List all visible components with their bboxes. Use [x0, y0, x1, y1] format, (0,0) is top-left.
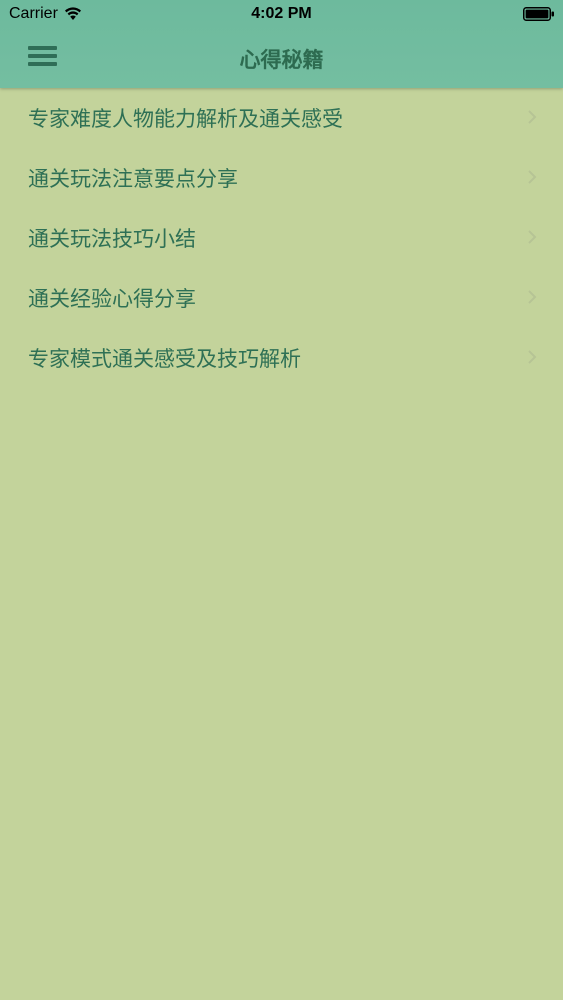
- chevron-right-icon: [528, 350, 537, 364]
- page-title: 心得秘籍: [239, 48, 324, 72]
- list-item-label: 通关玩法技巧小结: [28, 227, 196, 251]
- status-bar: Carrier 4:02 PM: [0, 0, 563, 30]
- chevron-right-icon: [528, 170, 537, 184]
- chevron-right-icon: [528, 110, 537, 124]
- chevron-right-icon: [528, 230, 537, 244]
- battery-icon: [523, 7, 554, 21]
- list-item-label: 专家难度人物能力解析及通关感受: [28, 107, 343, 131]
- list-item[interactable]: 通关经验心得分享: [0, 268, 563, 328]
- list-item-label: 通关玩法注意要点分享: [28, 167, 238, 191]
- list-item[interactable]: 通关玩法注意要点分享: [0, 148, 563, 208]
- article-list: 专家难度人物能力解析及通关感受 通关玩法注意要点分享 通关玩法技巧小结 通关经验…: [0, 88, 563, 388]
- list-item[interactable]: 专家难度人物能力解析及通关感受: [0, 88, 563, 148]
- chevron-right-icon: [528, 290, 537, 304]
- navigation-bar: 心得秘籍: [0, 30, 563, 88]
- header: Carrier 4:02 PM 心得秘籍: [0, 0, 563, 88]
- list-item[interactable]: 通关玩法技巧小结: [0, 208, 563, 268]
- list-item-label: 通关经验心得分享: [28, 287, 196, 311]
- status-time: 4:02 PM: [251, 5, 312, 22]
- list-item-label: 专家模式通关感受及技巧解析: [28, 347, 301, 371]
- list-item[interactable]: 专家模式通关感受及技巧解析: [0, 328, 563, 388]
